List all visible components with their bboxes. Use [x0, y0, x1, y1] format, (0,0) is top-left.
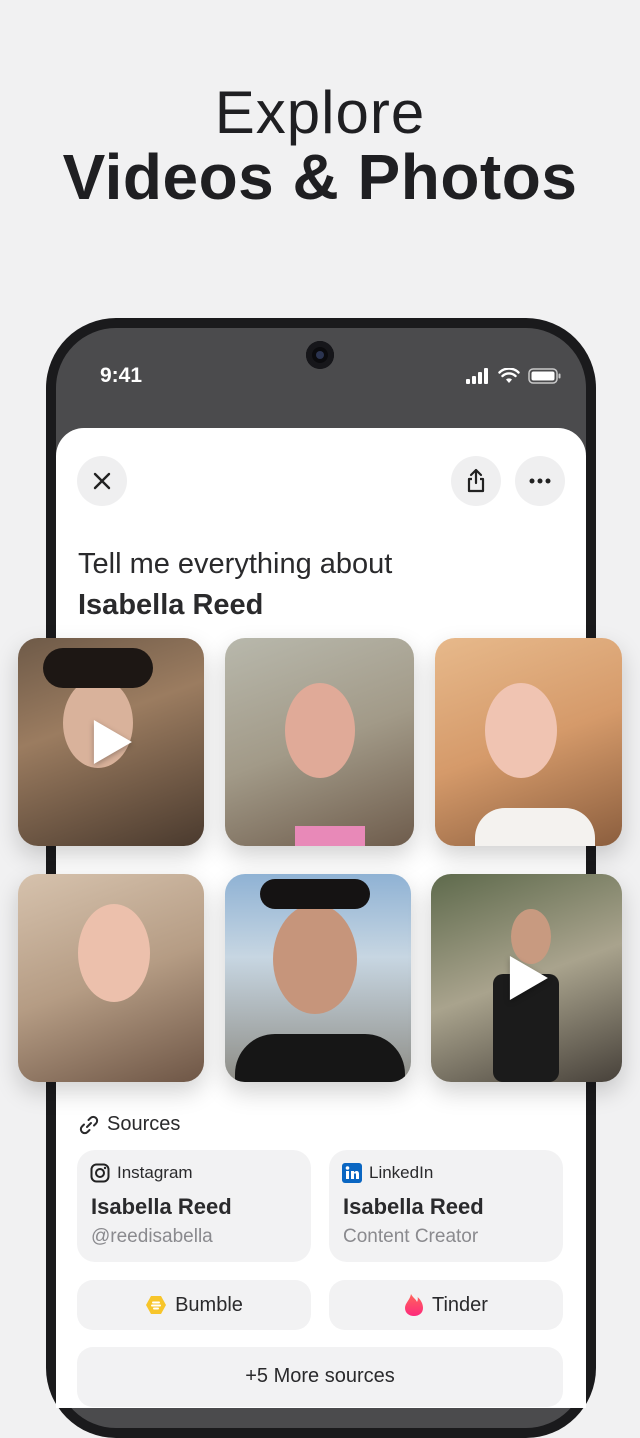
more-sources-button[interactable]: +5 More sources	[77, 1347, 563, 1407]
signal-icon	[466, 368, 488, 384]
source-pill-bumble[interactable]: Bumble	[77, 1280, 311, 1330]
portrait-face	[485, 683, 557, 778]
media-thumb-photo-3[interactable]	[435, 638, 622, 846]
instagram-icon	[90, 1163, 110, 1183]
sources-label: Sources	[107, 1113, 181, 1135]
person-name: Isabella Reed	[78, 589, 264, 621]
status-time: 9:41	[100, 364, 143, 387]
source-name: Isabella Reed	[91, 1194, 232, 1219]
top-clothing-shape	[475, 808, 595, 846]
top-clothing-shape	[295, 826, 365, 846]
source-platform: Instagram	[117, 1163, 193, 1182]
portrait-face	[78, 904, 150, 1002]
more-icon	[529, 478, 551, 484]
sunglasses-shape	[43, 648, 153, 688]
front-camera	[306, 341, 334, 369]
source-pill-label: Tinder	[432, 1293, 488, 1316]
wifi-icon	[498, 368, 520, 383]
media-thumb-video-6[interactable]	[431, 874, 622, 1082]
link-icon	[79, 1115, 99, 1135]
media-thumb-photo-2[interactable]	[225, 638, 414, 846]
source-role: Content Creator	[343, 1226, 479, 1247]
linkedin-icon	[342, 1163, 362, 1183]
top-clothing-shape	[235, 1034, 405, 1082]
share-icon	[467, 468, 485, 493]
hero-line-1: Explore	[214, 79, 426, 146]
status-icons	[466, 368, 562, 384]
share-button[interactable]	[451, 456, 501, 506]
portrait-face	[273, 904, 357, 1014]
more-sources-label: +5 More sources	[245, 1365, 395, 1387]
media-thumb-photo-4[interactable]	[18, 874, 204, 1082]
play-icon[interactable]	[93, 720, 132, 764]
more-button[interactable]	[515, 456, 565, 506]
prompt-text: Tell me everything about	[78, 548, 393, 580]
close-button[interactable]	[77, 456, 127, 506]
bumble-icon	[146, 1296, 167, 1314]
media-thumb-video-1[interactable]	[18, 638, 204, 846]
portrait-face	[285, 683, 355, 778]
tinder-flame-icon	[405, 1294, 424, 1316]
close-icon	[93, 472, 111, 490]
battery-icon	[528, 368, 561, 384]
source-handle: @reedisabella	[91, 1226, 213, 1247]
source-name: Isabella Reed	[343, 1194, 484, 1219]
source-pill-tinder[interactable]: Tinder	[329, 1280, 563, 1330]
source-platform: LinkedIn	[369, 1163, 434, 1182]
source-pill-label: Bumble	[175, 1293, 243, 1316]
source-card-linkedin[interactable]: LinkedIn Isabella Reed Content Creator	[329, 1150, 563, 1262]
source-card-instagram[interactable]: Instagram Isabella Reed @reedisabella	[77, 1150, 311, 1262]
play-icon[interactable]	[509, 956, 548, 1000]
media-thumb-photo-5[interactable]	[225, 874, 411, 1082]
hero-line-2: Videos & Photos	[62, 141, 578, 213]
sunglasses-shape	[260, 879, 370, 909]
